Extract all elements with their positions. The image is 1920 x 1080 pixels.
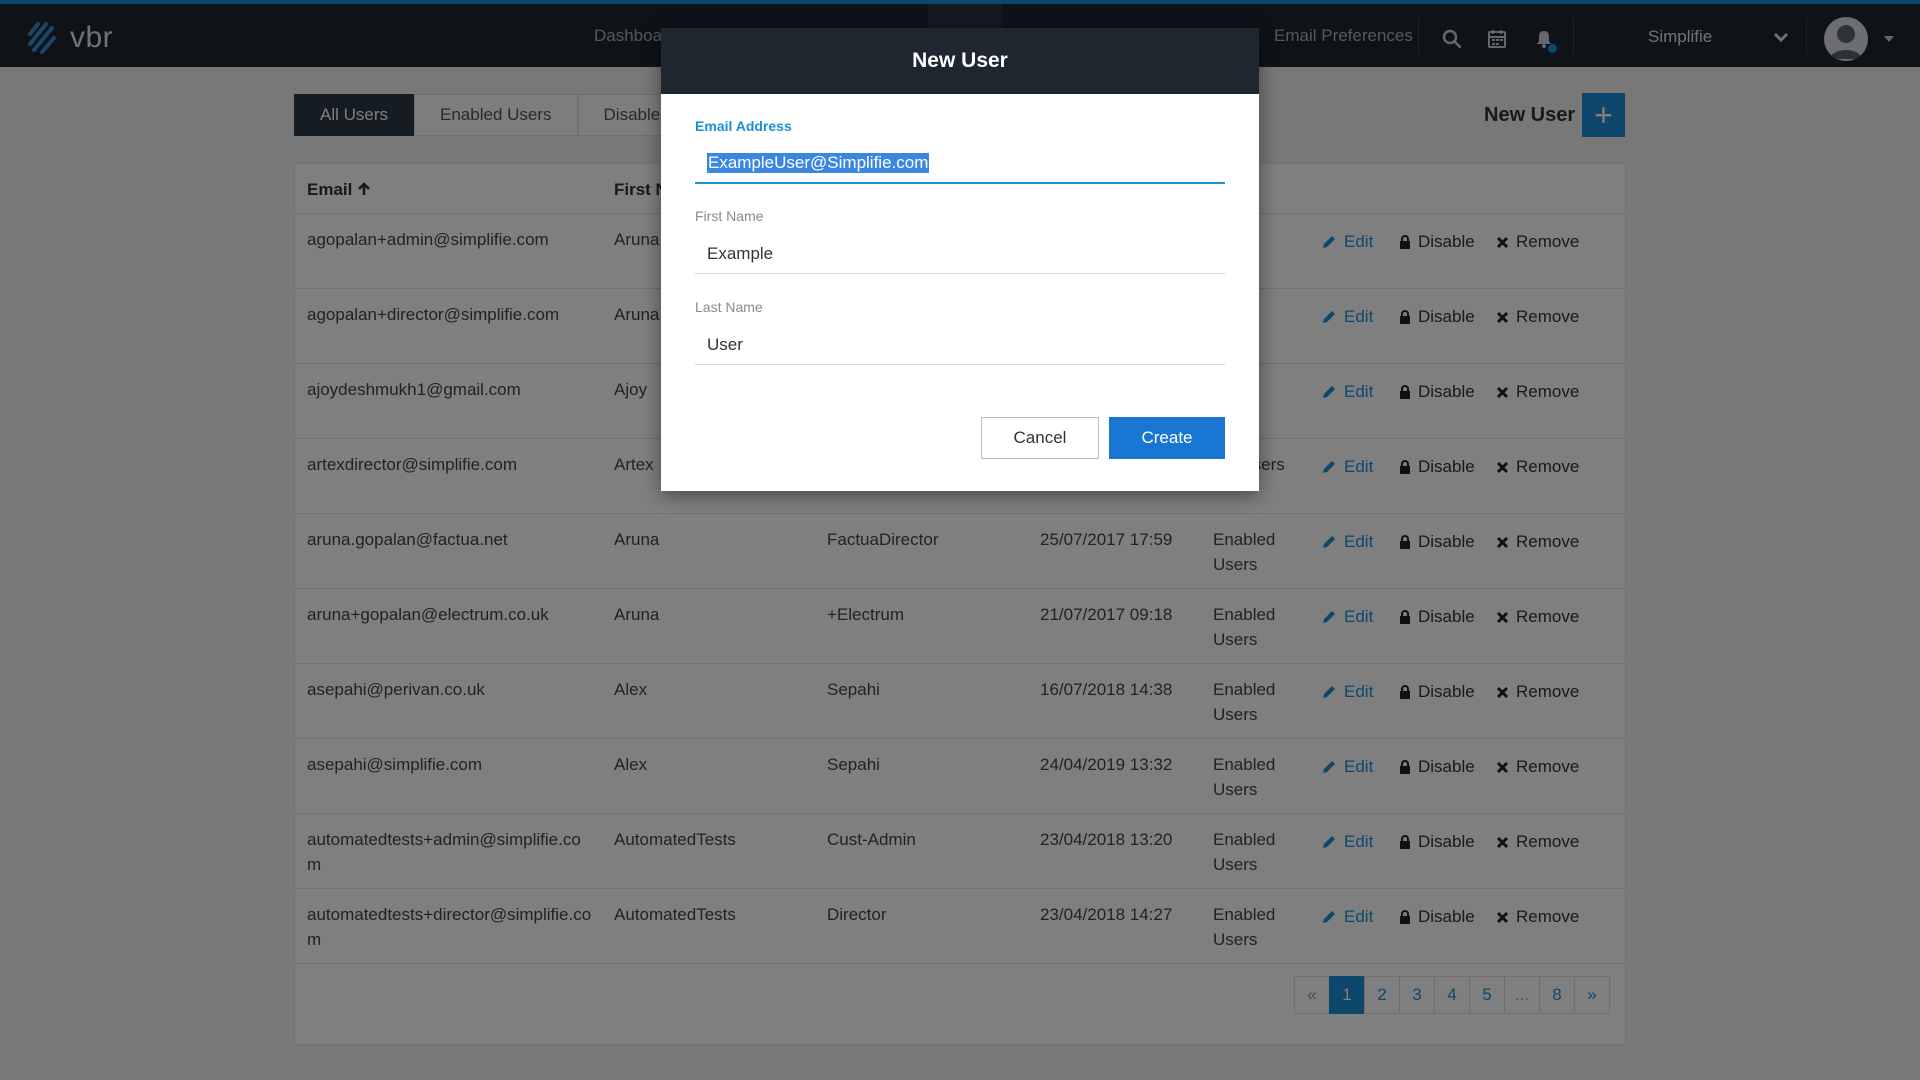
email-label: Email Address — [695, 118, 792, 134]
email-value: ExampleUser@Simplifie.com — [707, 153, 930, 173]
first-name-label: First Name — [695, 208, 764, 224]
last-name-label: Last Name — [695, 299, 763, 315]
first-name-field: First Name Example — [695, 208, 1225, 274]
email-input[interactable]: ExampleUser@Simplifie.com — [695, 144, 1225, 184]
dialog-title: New User — [661, 28, 1259, 94]
cancel-button[interactable]: Cancel — [981, 417, 1099, 459]
last-name-input[interactable]: User — [695, 325, 1225, 365]
create-button[interactable]: Create — [1109, 417, 1225, 459]
last-name-field: Last Name User — [695, 299, 1225, 365]
first-name-value: Example — [707, 243, 774, 263]
new-user-dialog: New User Email Address ExampleUser@Simpl… — [661, 28, 1259, 491]
email-field: Email Address ExampleUser@Simplifie.com — [695, 118, 1225, 184]
first-name-input[interactable]: Example — [695, 234, 1225, 274]
last-name-value: User — [707, 334, 743, 354]
